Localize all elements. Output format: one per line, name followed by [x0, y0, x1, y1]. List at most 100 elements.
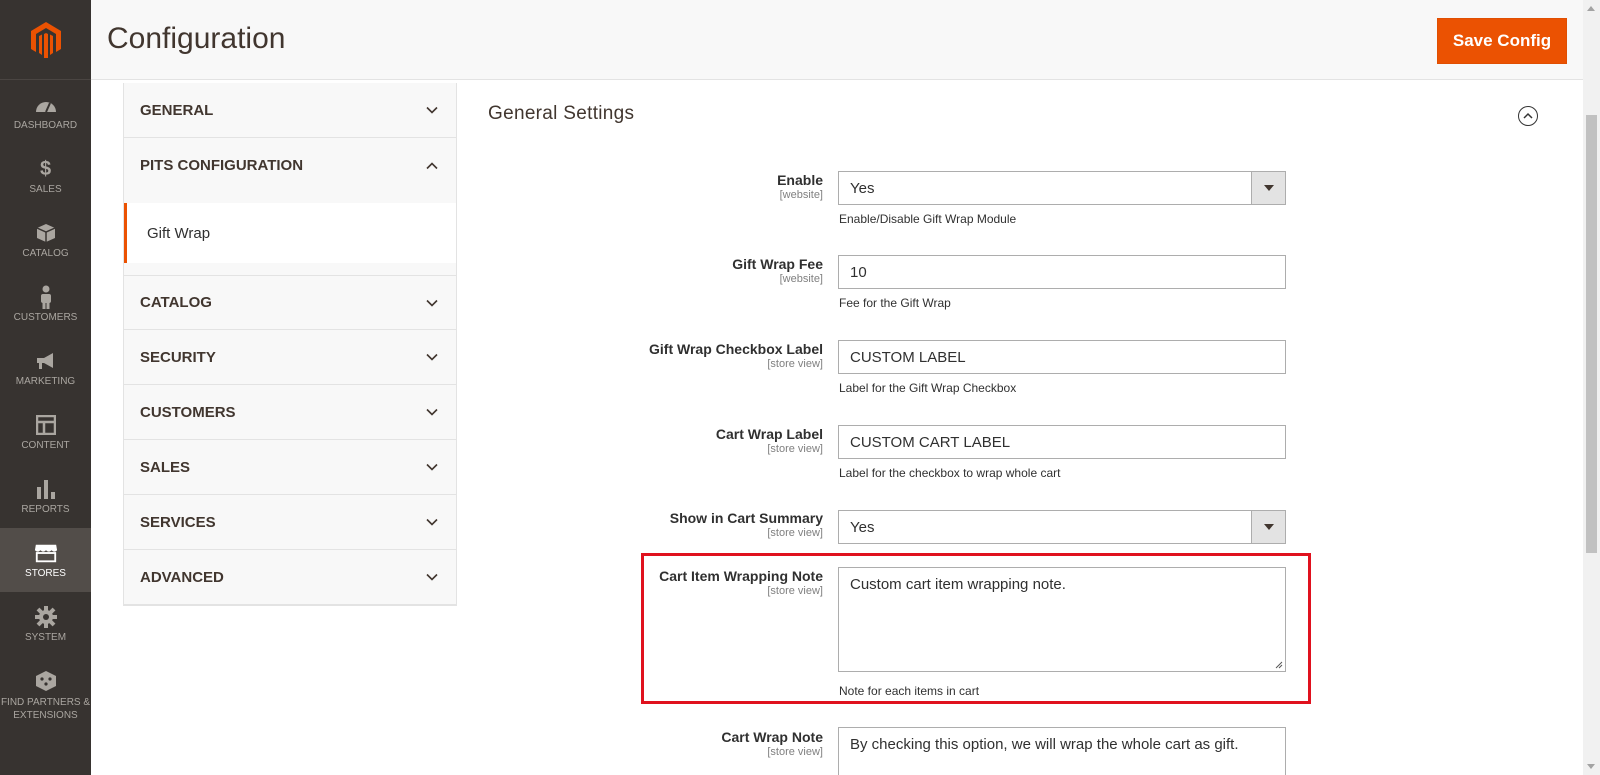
tab-services-label: SERVICES — [140, 513, 216, 531]
nav-system-label: SYSTEM — [24, 632, 67, 643]
nav-dashboard[interactable]: DASHBOARD — [0, 80, 91, 144]
chevron-down-icon — [426, 106, 438, 114]
tab-general-label: GENERAL — [140, 101, 214, 119]
enable-select[interactable]: Yes — [838, 171, 1286, 205]
nav-sales[interactable]: $ SALES — [0, 144, 91, 208]
section-title[interactable]: General Settings — [488, 103, 634, 125]
chevron-down-icon — [426, 408, 438, 416]
cart-wrap-note-label-text: Cart Wrap Note — [721, 729, 823, 745]
page-header: Configuration Save Config — [91, 0, 1583, 80]
checkbox-label-text: Gift Wrap Checkbox Label — [649, 341, 823, 357]
page-title: Configuration — [107, 22, 286, 55]
collapse-section-icon[interactable] — [1518, 106, 1538, 126]
tab-security[interactable]: SECURITY — [124, 330, 456, 385]
config-tabs: GENERAL PITS CONFIGURATION Gift Wrap CAT… — [123, 83, 457, 606]
show-summary-label-text: Show in Cart Summary — [669, 510, 823, 526]
tab-general[interactable]: GENERAL — [124, 83, 456, 138]
nav-customers[interactable]: CUSTOMERS — [0, 272, 91, 336]
scroll-down-icon[interactable] — [1587, 764, 1595, 769]
nav-find-partners-label: FIND PARTNERS & EXTENSIONS — [0, 696, 91, 721]
tab-customers[interactable]: CUSTOMERS — [124, 385, 456, 440]
cart-wrap-note-value: By checking this option, we will wrap th… — [850, 736, 1239, 753]
show-in-cart-summary-select[interactable]: Yes — [838, 510, 1286, 544]
nav-marketing[interactable]: MARKETING — [0, 336, 91, 400]
gear-icon — [34, 605, 58, 629]
tab-pits-label: PITS CONFIGURATION — [140, 157, 304, 174]
chevron-up-icon — [426, 161, 438, 169]
chevron-down-icon — [426, 299, 438, 307]
cart-wrap-label-input[interactable]: CUSTOM CART LABEL — [838, 425, 1286, 459]
cart-wrap-note-textarea[interactable]: By checking this option, we will wrap th… — [838, 727, 1286, 775]
gift-wrap-checkbox-label-input[interactable]: CUSTOM LABEL — [838, 340, 1286, 374]
checkbox-label-value: CUSTOM LABEL — [850, 348, 966, 366]
fee-value: 10 — [850, 263, 867, 281]
enable-scope: [website] — [779, 189, 823, 201]
fee-scope: [website] — [779, 273, 823, 285]
cart-wrap-label-text: Cart Wrap Label — [715, 426, 823, 442]
tab-sales[interactable]: SALES — [124, 440, 456, 495]
cart-wrap-label-note: Label for the checkbox to wrap whole car… — [839, 466, 1061, 480]
tab-catalog-label: CATALOG — [140, 294, 212, 311]
nav-marketing-label: MARKETING — [15, 376, 76, 387]
magento-logo[interactable] — [0, 0, 91, 80]
tab-sales-label: SALES — [140, 458, 191, 476]
nav-customers-label: CUSTOMERS — [13, 312, 78, 323]
show-summary-label: Show in Cart Summary [store view] — [670, 510, 823, 539]
nav-dashboard-label: DASHBOARD — [13, 120, 78, 131]
megaphone-icon — [34, 349, 58, 373]
save-config-button[interactable]: Save Config — [1437, 18, 1567, 64]
dropdown-arrow-icon — [1251, 511, 1285, 543]
nav-reports[interactable]: REPORTS — [0, 464, 91, 528]
tab-customers-label: CUSTOMERS — [140, 403, 236, 421]
tab-gift-wrap-label: Gift Wrap — [147, 224, 211, 242]
gift-wrap-fee-input[interactable]: 10 — [838, 255, 1286, 289]
tab-item-gift-wrap[interactable]: Gift Wrap — [124, 203, 456, 263]
cart-wrap-label-value: CUSTOM CART LABEL — [850, 433, 1011, 451]
nav-content[interactable]: CONTENT — [0, 400, 91, 464]
nav-stores[interactable]: STORES — [0, 528, 91, 592]
enable-label-text: Enable — [777, 172, 823, 188]
cart-wrap-label-label: Cart Wrap Label [store view] — [716, 426, 823, 455]
scrollbar-thumb[interactable] — [1586, 115, 1597, 553]
scroll-up-icon[interactable] — [1587, 6, 1595, 11]
nav-sales-label: SALES — [29, 184, 62, 195]
tab-advanced[interactable]: ADVANCED — [124, 550, 456, 605]
nav-catalog-label: CATALOG — [22, 248, 69, 259]
nav-content-label: CONTENT — [21, 440, 70, 451]
nav-catalog[interactable]: CATALOG — [0, 208, 91, 272]
chevron-down-icon — [426, 353, 438, 361]
bar-chart-icon — [34, 477, 58, 501]
fee-note: Fee for the Gift Wrap — [839, 296, 951, 310]
chevron-down-icon — [426, 463, 438, 471]
tab-advanced-label: ADVANCED — [140, 568, 224, 586]
store-icon — [34, 541, 58, 565]
checkbox-label-label: Gift Wrap Checkbox Label [store view] — [649, 341, 823, 370]
page-scrollbar[interactable] — [1583, 0, 1600, 775]
dollar-icon: $ — [39, 157, 52, 180]
chevron-down-icon — [426, 518, 438, 526]
extensions-icon — [34, 669, 58, 693]
tab-pits-configuration[interactable]: PITS CONFIGURATION — [124, 138, 456, 193]
enable-label: Enable [website] — [777, 172, 823, 201]
fee-label-text: Gift Wrap Fee — [732, 256, 823, 272]
tab-catalog[interactable]: CATALOG — [124, 275, 456, 330]
person-icon — [34, 285, 58, 309]
fee-label: Gift Wrap Fee [website] — [732, 256, 823, 285]
show-summary-scope: [store view] — [767, 527, 823, 539]
enable-value: Yes — [850, 179, 875, 197]
cube-icon — [34, 221, 58, 245]
show-summary-value: Yes — [850, 518, 875, 536]
tab-security-label: SECURITY — [140, 348, 216, 366]
highlight-annotation — [641, 553, 1311, 704]
enable-note: Enable/Disable Gift Wrap Module — [839, 212, 1017, 226]
cart-wrap-note-scope: [store view] — [767, 746, 823, 758]
nav-find-partners[interactable]: FIND PARTNERS & EXTENSIONS — [0, 656, 91, 734]
nav-reports-label: REPORTS — [21, 504, 70, 515]
nav-stores-label: STORES — [25, 568, 66, 579]
cart-wrap-note-label: Cart Wrap Note [store view] — [721, 729, 823, 758]
admin-sidebar: DASHBOARD $ SALES CATALOG CUSTOMERS MARK… — [0, 0, 91, 775]
tab-services[interactable]: SERVICES — [124, 495, 456, 550]
dropdown-arrow-icon — [1251, 172, 1285, 204]
chevron-down-icon — [426, 573, 438, 581]
nav-system[interactable]: SYSTEM — [0, 592, 91, 656]
